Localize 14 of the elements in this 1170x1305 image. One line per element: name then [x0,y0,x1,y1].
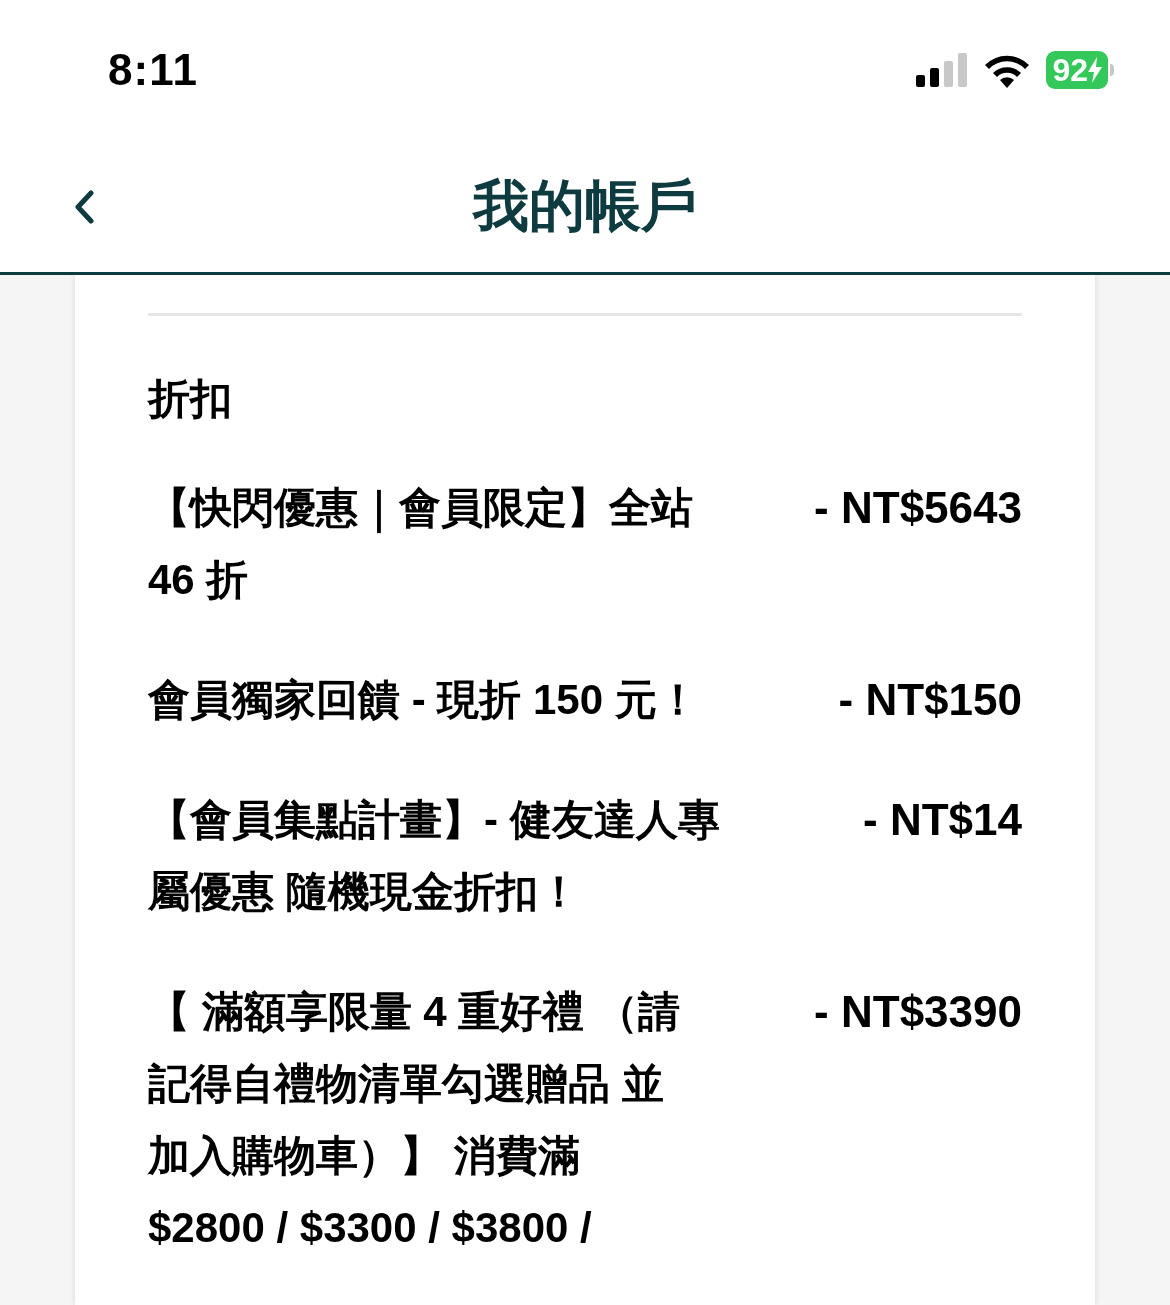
discount-amount: - NT$150 [838,674,1022,726]
discount-amount: - NT$5643 [814,482,1022,534]
back-icon [73,190,95,224]
discount-name: 【會員集點計畫】- 健友達人專 屬優惠 隨機現金折扣！ [148,795,721,917]
discount-name: 會員獨家回饋 - 現折 150 元！ [148,675,700,725]
discount-name: 【 滿額享限量 4 重好禮 （請 記得自禮物清單勾選贈品 並 加入購物車）】 消費滿 $2800 / $3300 / $3800 / [148,987,682,1253]
signal-icon [916,53,969,87]
page-title: 我的帳戶 [473,173,697,239]
section-title: 折扣 [148,378,233,420]
discount-amount: - NT$3390 [814,986,1022,1038]
discount-name: 【快閃優惠｜會員限定】全站 46 折 [148,483,694,605]
battery-indicator: 92 [1046,51,1108,89]
status-time: 8:11 [108,44,199,96]
discount-amount: - NT$14 [863,794,1022,846]
